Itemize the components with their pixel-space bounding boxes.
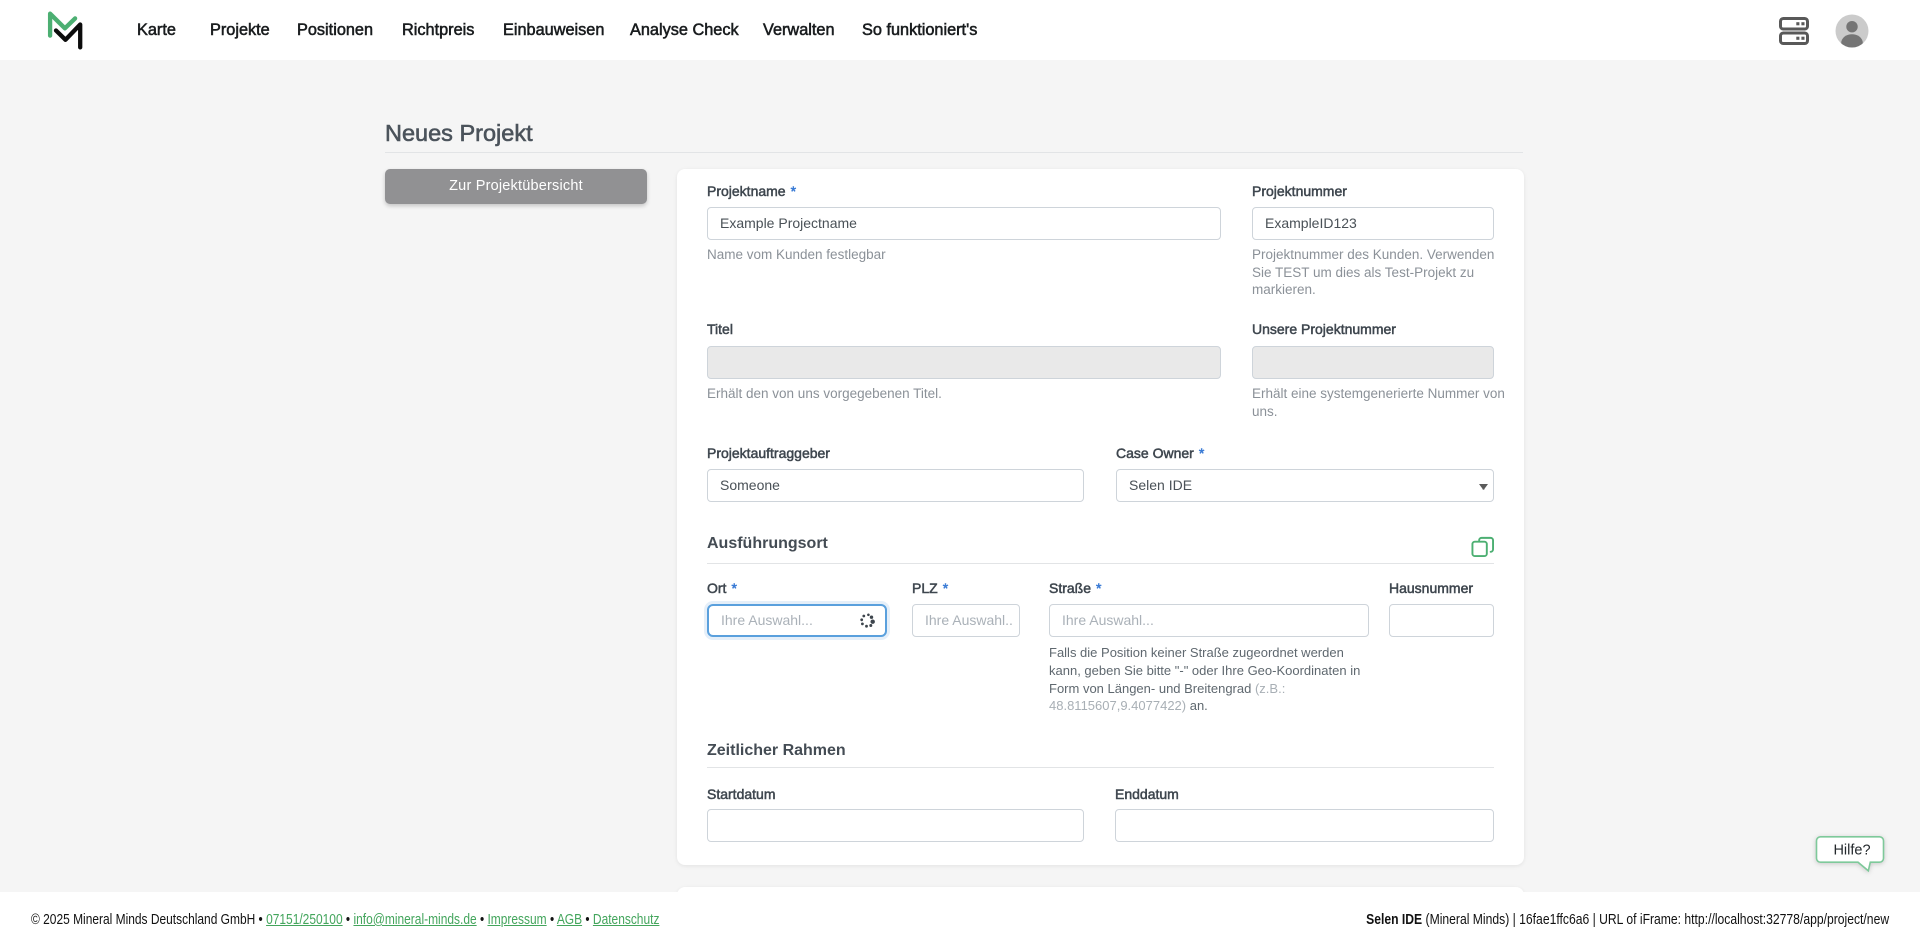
svg-text:Hilfe?: Hilfe? [1833,843,1870,859]
